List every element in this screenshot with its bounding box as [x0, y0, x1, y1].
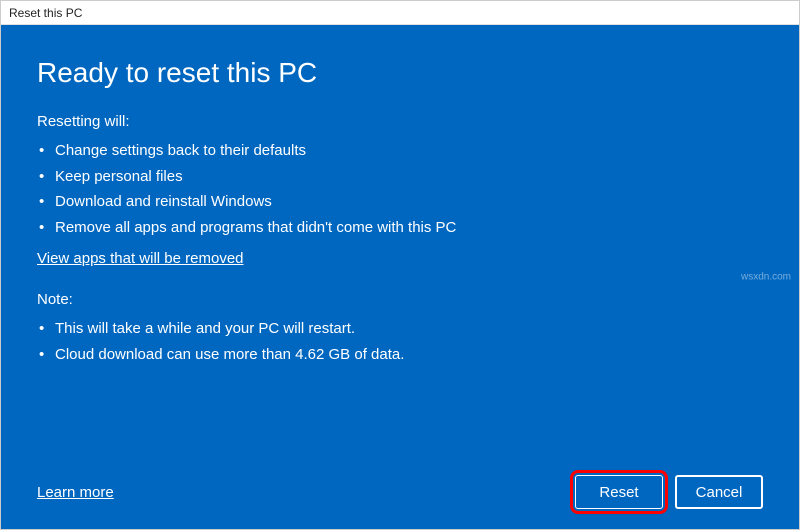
- note-label: Note:: [37, 291, 763, 308]
- content-pane: Ready to reset this PC Resetting will: C…: [1, 25, 799, 529]
- watermark: wsxdn.com: [741, 272, 791, 283]
- resetting-section: Resetting will: Change settings back to …: [37, 113, 763, 285]
- list-item: Cloud download can use more than 4.62 GB…: [37, 342, 763, 368]
- reset-button[interactable]: Reset: [575, 475, 663, 509]
- list-item: Change settings back to their defaults: [37, 138, 763, 164]
- titlebar: Reset this PC: [1, 1, 799, 25]
- list-item: This will take a while and your PC will …: [37, 316, 763, 342]
- view-apps-link[interactable]: View apps that will be removed: [37, 250, 244, 267]
- note-section: Note: This will take a while and your PC…: [37, 291, 763, 377]
- page-heading: Ready to reset this PC: [37, 57, 763, 89]
- resetting-list: Change settings back to their defaults K…: [37, 138, 763, 240]
- reset-pc-window: Reset this PC Ready to reset this PC Res…: [0, 0, 800, 530]
- window-title: Reset this PC: [9, 6, 82, 20]
- resetting-label: Resetting will:: [37, 113, 763, 130]
- note-list: This will take a while and your PC will …: [37, 316, 763, 367]
- learn-more-link[interactable]: Learn more: [37, 484, 114, 501]
- list-item: Remove all apps and programs that didn't…: [37, 215, 763, 241]
- button-row: Reset Cancel: [575, 475, 763, 509]
- list-item: Keep personal files: [37, 164, 763, 190]
- list-item: Download and reinstall Windows: [37, 189, 763, 215]
- cancel-button[interactable]: Cancel: [675, 475, 763, 509]
- footer: Learn more Reset Cancel: [37, 475, 763, 509]
